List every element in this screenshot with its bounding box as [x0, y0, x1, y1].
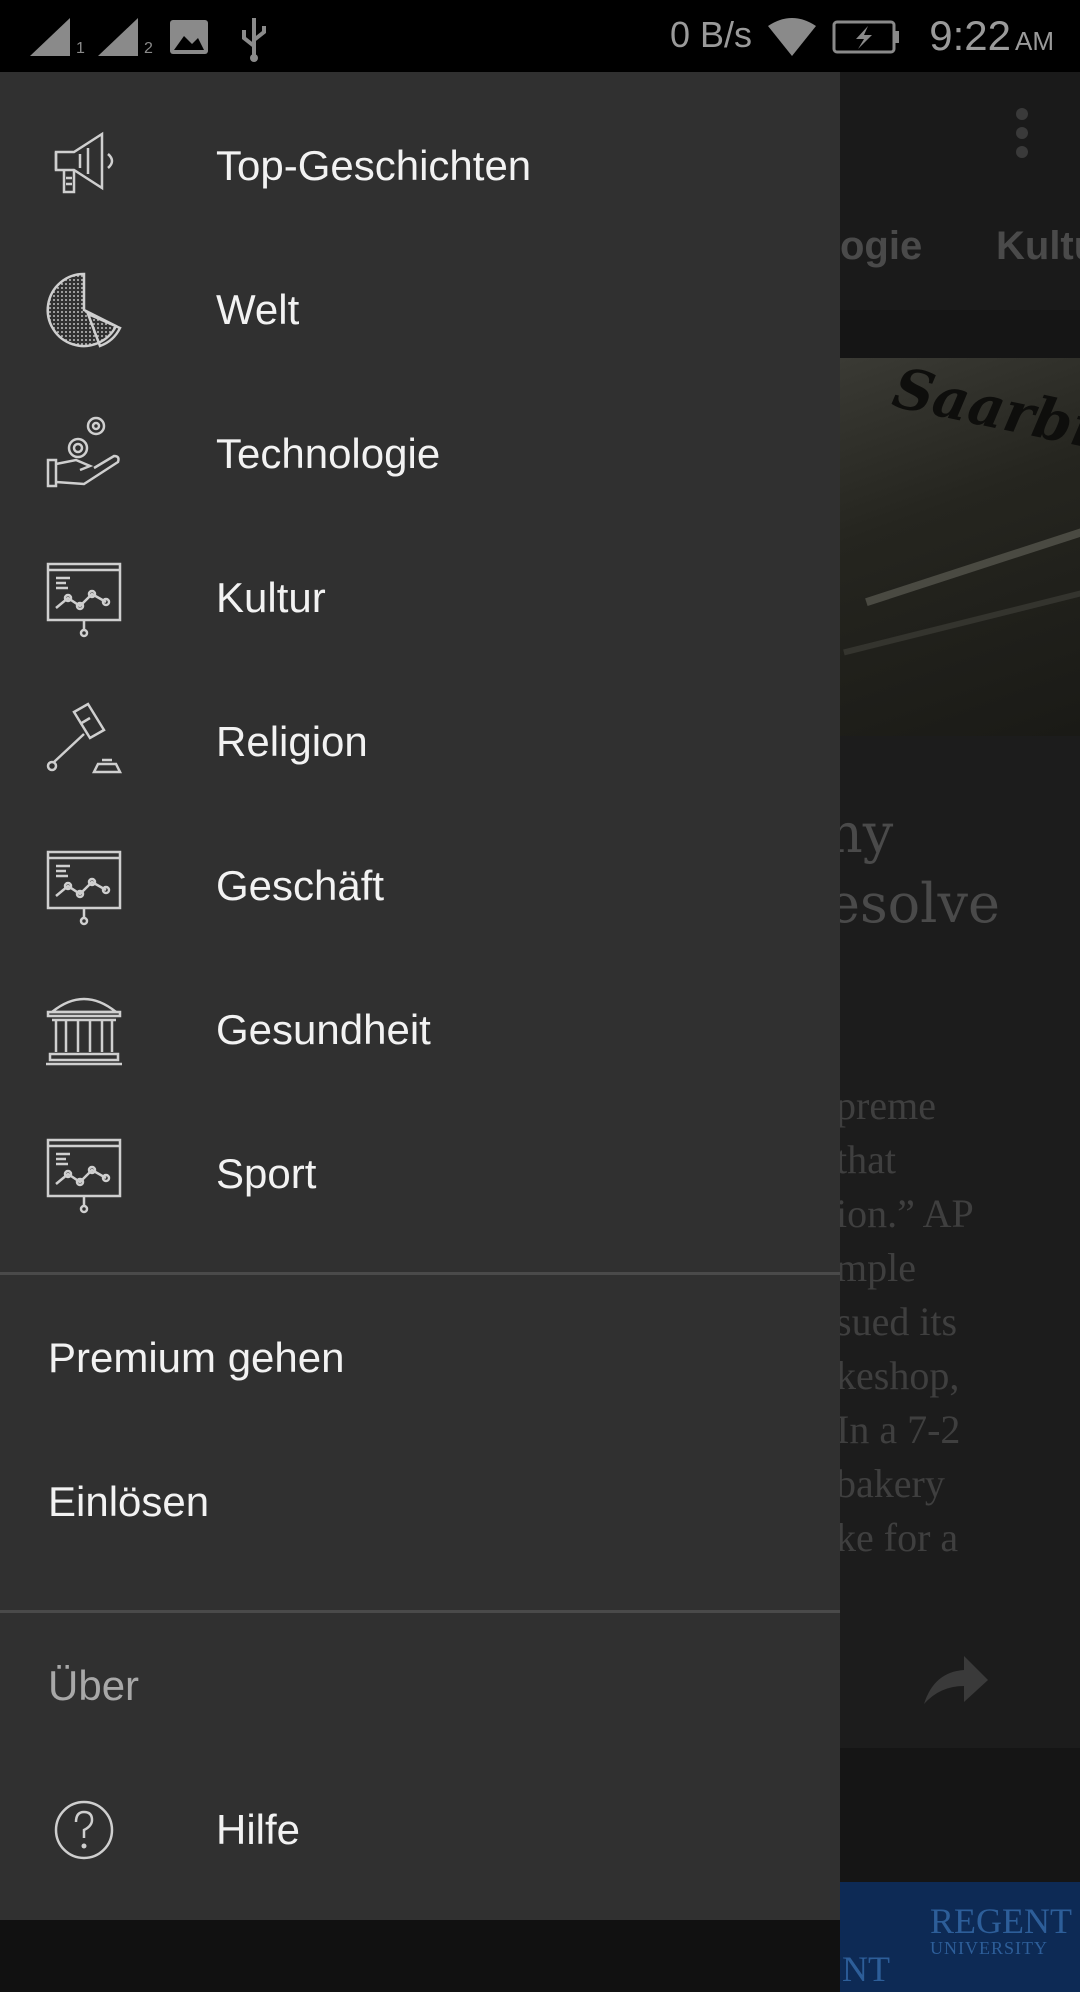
- body-fragment: In a 7-2: [836, 1407, 961, 1452]
- overflow-menu-icon: [1016, 108, 1030, 158]
- premium-button[interactable]: Premium gehen: [0, 1286, 840, 1430]
- sim1-label: 1: [76, 40, 85, 57]
- presentation-chart-icon: [46, 1138, 122, 1214]
- drawer-item-business[interactable]: Geschäft: [0, 814, 840, 958]
- battery-charging-icon: [832, 20, 899, 54]
- body-fragment: ke for a: [836, 1515, 959, 1560]
- tab-partial: ogie: [840, 224, 923, 268]
- redeem-button[interactable]: Einlösen: [0, 1430, 840, 1574]
- body-fragment: ion.” AP: [836, 1191, 974, 1236]
- drawer-item-label: Kultur: [216, 574, 326, 621]
- drawer-item-health[interactable]: Gesundheit: [0, 958, 840, 1102]
- usb-icon: [242, 18, 266, 62]
- drawer-item-label: Welt: [216, 286, 300, 333]
- sim2-label: 2: [144, 40, 153, 57]
- drawer-item-label: Geschäft: [216, 862, 385, 909]
- gavel-icon: [46, 702, 123, 774]
- question-circle-icon: [54, 1800, 114, 1860]
- drawer-item-culture[interactable]: Kultur: [0, 526, 840, 670]
- headline-fragment: esolve: [828, 872, 1000, 935]
- globe-pie-icon: [46, 272, 122, 348]
- courthouse-icon: [46, 997, 122, 1066]
- hand-coins-icon: [46, 416, 120, 488]
- body-fragment: bakery: [836, 1461, 945, 1506]
- drawer-item-technology[interactable]: Technologie: [0, 382, 840, 526]
- redeem-label: Einlösen: [48, 1478, 210, 1525]
- body-fragment: that: [836, 1137, 896, 1182]
- body-fragment: sued its: [836, 1299, 958, 1344]
- drawer-item-help[interactable]: Hilfe: [0, 1758, 840, 1902]
- drawer-item-religion[interactable]: Religion: [0, 670, 840, 814]
- tab-partial: Kultu: [996, 224, 1080, 268]
- drawer-item-sport[interactable]: Sport: [0, 1102, 840, 1246]
- clock: 9:22 AM: [929, 12, 1054, 59]
- network-speed: 0 B/s: [670, 14, 753, 55]
- drawer-item-top-stories[interactable]: Top-Geschichten: [0, 94, 840, 238]
- navigation-drawer: Top-Geschichten Welt Technologie Kultur …: [0, 72, 840, 1920]
- megaphone-icon: [54, 131, 114, 194]
- body-fragment: keshop,: [836, 1353, 960, 1398]
- share-icon: [924, 1656, 988, 1704]
- hero-image: Saarbr: [840, 358, 1080, 736]
- presentation-chart-icon: [46, 562, 122, 638]
- divider: [0, 1610, 840, 1613]
- about-section-label: Über: [48, 1662, 140, 1709]
- status-bar: 1 2 0 B/s 9:22 AM: [0, 0, 1080, 72]
- drawer-item-label: Sport: [216, 1150, 317, 1197]
- presentation-chart-icon: [46, 850, 122, 926]
- signal-sim2-icon: [98, 18, 138, 56]
- ad-banner: REGENT UNIVERSITY NT: [840, 1882, 1080, 1992]
- drawer-item-label: Gesundheit: [216, 1006, 431, 1053]
- drawer-item-label: Top-Geschichten: [216, 142, 532, 189]
- drawer-item-world[interactable]: Welt: [0, 238, 840, 382]
- body-fragment: mple: [836, 1245, 916, 1290]
- divider: [0, 1272, 840, 1275]
- drawer-item-label: Hilfe: [216, 1806, 301, 1853]
- premium-label: Premium gehen: [48, 1334, 345, 1381]
- body-fragment: preme: [836, 1083, 936, 1128]
- drawer-item-label: Religion: [216, 718, 368, 765]
- signal-sim1-icon: [30, 18, 70, 56]
- image-icon: [170, 20, 208, 54]
- drawer-item-label: Technologie: [216, 430, 441, 477]
- wifi-icon: [768, 18, 816, 56]
